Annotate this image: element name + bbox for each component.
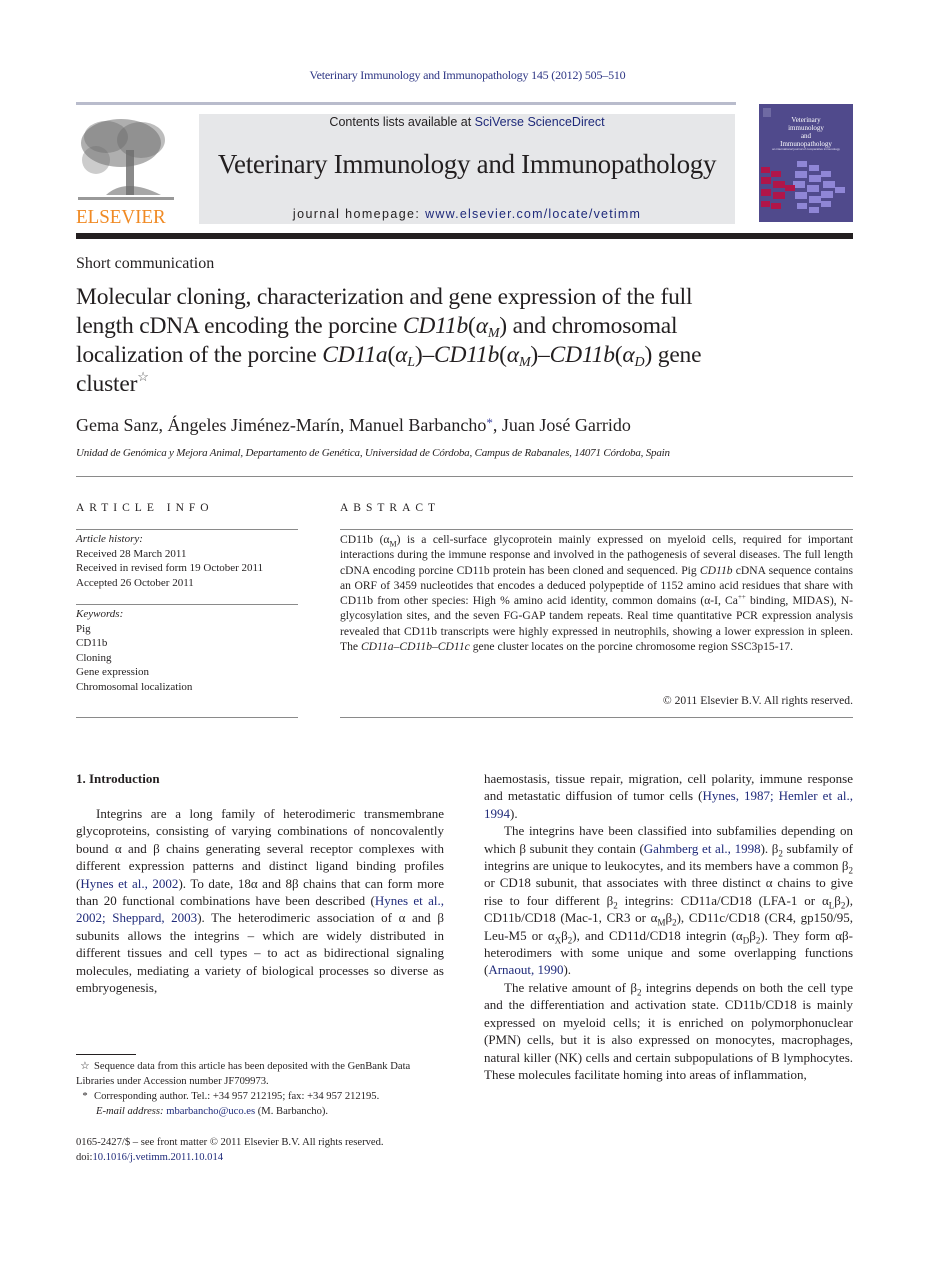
divider bbox=[76, 604, 298, 605]
abstract-copyright: © 2011 Elsevier B.V. All rights reserved… bbox=[662, 694, 853, 707]
keywords: Keywords: Pig CD11b Cloning Gene express… bbox=[76, 607, 298, 694]
abstract-text: CD11b (αM) is a cell-surface glycoprotei… bbox=[340, 533, 853, 654]
keyword: Pig bbox=[76, 622, 91, 635]
citation-link[interactable]: Arnaout, 1990 bbox=[488, 962, 563, 977]
sciencedirect-link[interactable]: SciVerse ScienceDirect bbox=[475, 115, 605, 129]
article-history: Article history: Received 28 March 2011 … bbox=[76, 532, 298, 590]
divider bbox=[76, 529, 298, 530]
footnote-email: E-mail address: mbarbancho@uco.es (M. Ba… bbox=[96, 1106, 329, 1117]
affiliation: Unidad de Genómica y Mejora Animal, Depa… bbox=[76, 447, 670, 459]
contents-line: Contents lists available at SciVerse Sci… bbox=[329, 115, 605, 129]
history-item: Received 28 March 2011 bbox=[76, 547, 187, 560]
divider bbox=[76, 476, 853, 477]
article-type: Short communication bbox=[76, 255, 215, 272]
header-divider bbox=[76, 233, 853, 239]
keyword: Gene expression bbox=[76, 666, 150, 678]
star-icon: ☆ bbox=[80, 1061, 90, 1072]
footnote-sequence: ☆ Sequence data from this article has bee… bbox=[76, 1061, 411, 1087]
top-divider bbox=[76, 102, 736, 105]
introduction-right-column: haemostasis, tissue repair, migration, c… bbox=[484, 771, 854, 1082]
divider bbox=[340, 717, 853, 718]
asterisk-icon: * bbox=[82, 1091, 88, 1102]
elsevier-wordmark: ELSEVIER bbox=[76, 206, 166, 228]
cover-subtitle: an international journal of comparative … bbox=[772, 147, 840, 151]
cover-title: Veterinary immunology and Immunopatholog… bbox=[780, 116, 832, 148]
introduction-left-column: Integrins are a long family of heterodim… bbox=[76, 806, 444, 996]
issn-doi-block: 0165-2427/$ – see front matter © 2011 El… bbox=[76, 1135, 446, 1165]
running-head: Veterinary Immunology and Immunopatholog… bbox=[309, 68, 626, 82]
email-link[interactable]: mbarbancho@uco.es bbox=[166, 1106, 255, 1117]
keyword: Chromosomal localization bbox=[76, 680, 193, 693]
abstract-label: ABSTRACT bbox=[340, 502, 441, 514]
journal-homepage: journal homepage: www.elsevier.com/locat… bbox=[292, 207, 642, 221]
keyword: Cloning bbox=[76, 651, 112, 664]
divider bbox=[76, 717, 298, 718]
cover-artwork bbox=[761, 161, 845, 213]
tree-icon bbox=[76, 115, 176, 205]
keyword: CD11b bbox=[76, 637, 108, 649]
author-list: Gema Sanz, Ángeles Jiménez-Marín, Manuel… bbox=[76, 415, 631, 435]
journal-banner: Contents lists available at SciVerse Sci… bbox=[199, 114, 735, 224]
title-footnote-star-icon[interactable]: ☆ bbox=[137, 369, 149, 384]
article-title: Molecular cloning, characterization and … bbox=[76, 284, 702, 397]
history-item: Accepted 26 October 2011 bbox=[76, 576, 194, 589]
journal-homepage-link[interactable]: www.elsevier.com/locate/vetimm bbox=[425, 207, 641, 221]
citation-link[interactable]: Gahmberg et al., 1998 bbox=[644, 841, 761, 856]
section-heading-introduction: 1. Introduction bbox=[76, 771, 160, 786]
footnote-corresponding-author: * Corresponding author. Tel.: +34 957 212… bbox=[76, 1089, 446, 1104]
doi-line: doi:10.1016/j.vetimm.2011.10.014 bbox=[76, 1152, 224, 1163]
footnotes: ☆ Sequence data from this article has bee… bbox=[76, 1059, 446, 1119]
elsevier-logo[interactable]: ELSEVIER bbox=[76, 115, 176, 227]
divider bbox=[340, 529, 853, 530]
journal-title: Veterinary Immunology and Immunopatholog… bbox=[217, 149, 717, 179]
article-info-label: ARTICLE INFO bbox=[76, 502, 214, 514]
doi-link[interactable]: 10.1016/j.vetimm.2011.10.014 bbox=[92, 1152, 223, 1163]
issn-line: 0165-2427/$ – see front matter © 2011 El… bbox=[76, 1137, 384, 1148]
history-item: Received in revised form 19 October 2011 bbox=[76, 562, 264, 574]
citation-link[interactable]: Hynes et al., 2002 bbox=[80, 876, 178, 891]
journal-cover[interactable]: Veterinary immunology and Immunopatholog… bbox=[759, 104, 853, 222]
footnote-divider bbox=[76, 1054, 136, 1055]
